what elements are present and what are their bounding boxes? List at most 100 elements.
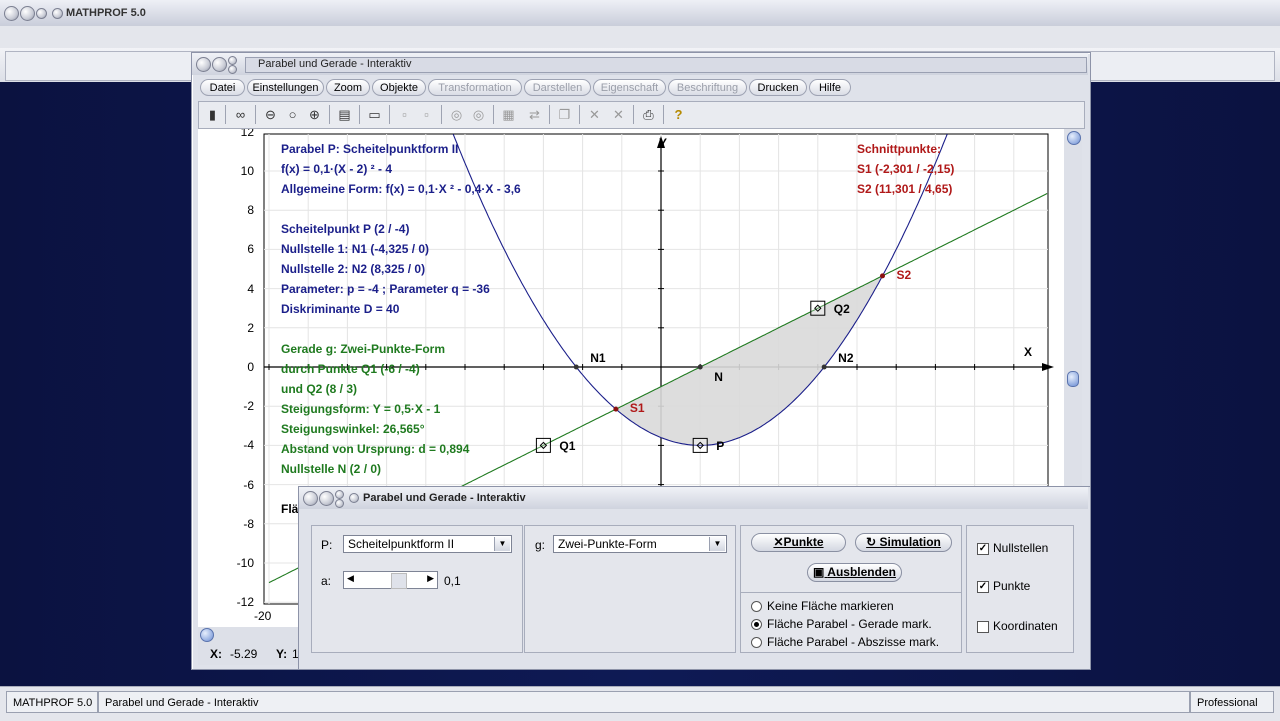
scroll-thumb[interactable] — [1067, 371, 1079, 387]
circle2-icon[interactable]: ◎ — [469, 105, 488, 124]
window-menu-orb[interactable] — [196, 57, 211, 72]
checkbox-nullstellen[interactable]: ✓ — [977, 543, 989, 555]
zoom-in-icon[interactable]: ⊕ — [305, 105, 324, 124]
menu-darstellen[interactable]: Darstellen — [524, 79, 591, 96]
y-tick-label: 4 — [247, 281, 254, 296]
slider-thumb[interactable] — [391, 573, 407, 589]
calculator-icon[interactable]: ▮ — [203, 105, 222, 124]
chevron-down-icon[interactable]: ▼ — [709, 537, 725, 551]
close-orb[interactable] — [52, 8, 63, 19]
copy-icon[interactable]: ❐ — [555, 105, 574, 124]
app-title: MATHPROF 5.0 — [66, 7, 146, 19]
radio-parabola-line-label[interactable]: Fläche Parabel - Gerade mark. — [767, 617, 932, 631]
window-icon[interactable]: ▭ — [365, 105, 384, 124]
main-window-title-bar: Parabel und Gerade - Interaktiv — [192, 53, 1088, 75]
handle-q2 — [810, 300, 826, 316]
hide-icon: ▣ — [813, 565, 828, 579]
dialog-title-bar: Parabel und Gerade - Interaktiv — [299, 487, 1088, 509]
dialog-title: Parabel und Gerade - Interaktiv — [363, 492, 526, 504]
window-restore-orb[interactable] — [228, 56, 237, 65]
info-line: Gerade g: Zwei-Punkte-Form — [281, 342, 446, 356]
dialog-icon — [349, 493, 359, 503]
menu-bar: Datei Einstellungen Zoom Objekte Transfo… — [192, 77, 1088, 99]
handle-q1 — [535, 437, 551, 453]
menu-datei[interactable]: Datei — [200, 79, 245, 96]
info-line: Schnittpunkte: — [857, 142, 941, 156]
checkbox-koordinaten[interactable] — [977, 621, 989, 633]
app-menu-orb[interactable] — [4, 6, 19, 21]
menu-objekte[interactable]: Objekte — [372, 79, 426, 96]
window-minimize-orb[interactable] — [212, 57, 227, 72]
a-slider[interactable]: ◀ ▶ — [343, 571, 438, 589]
menu-drucken[interactable]: Drucken — [749, 79, 807, 96]
point-label-s2: S2 — [896, 267, 912, 282]
circle1-icon[interactable]: ◎ — [447, 105, 466, 124]
x-tick-left: -20 — [254, 609, 272, 623]
menu-eigenschaft[interactable]: Eigenschaft — [593, 79, 666, 96]
cross1-icon[interactable]: ✕ — [585, 105, 604, 124]
dialog-minimize-orb[interactable] — [319, 491, 334, 506]
scroll-up-orb[interactable] — [1067, 131, 1081, 145]
status-bar: MATHPROF 5.0 Parabel und Gerade - Intera… — [0, 686, 1280, 721]
y-axis-label: Y — [659, 136, 668, 150]
info-line: und Q2 (8 / 3) — [281, 382, 358, 396]
refresh-icon: ↻ — [866, 535, 880, 549]
chevron-down-icon[interactable]: ▼ — [494, 537, 510, 551]
cross2-icon[interactable]: ✕ — [609, 105, 628, 124]
zoom-reset-icon[interactable]: ○ — [283, 105, 302, 124]
handle-p — [692, 437, 708, 453]
menu-transformation[interactable]: Transformation — [428, 79, 522, 96]
scroll-left-orb[interactable] — [200, 628, 214, 642]
box1-icon[interactable]: ▫ — [395, 105, 414, 124]
dialog-menu-orb[interactable] — [303, 491, 318, 506]
properties-icon[interactable]: ▤ — [335, 105, 354, 124]
dialog-restore-orb[interactable] — [335, 490, 344, 499]
menu-zoom[interactable]: Zoom — [326, 79, 370, 96]
box2-icon[interactable]: ▫ — [417, 105, 436, 124]
radio-no-area[interactable] — [751, 601, 762, 612]
coord-x-value: -5.29 — [230, 647, 258, 661]
zoom-out-icon[interactable]: ⊖ — [261, 105, 280, 124]
info-line: durch Punkte Q1 (-6 / -4) — [281, 362, 420, 376]
points-button-label: Punkte — [783, 535, 824, 549]
radio-parabola-axis[interactable] — [751, 637, 762, 648]
checkbox-punkte-label[interactable]: Punkte — [993, 579, 1030, 593]
y-tick-label: 10 — [240, 164, 254, 178]
simulation-button[interactable]: ↻ Simulation — [855, 533, 952, 552]
glasses-icon[interactable]: ∞ — [231, 105, 250, 124]
parabola-form-select[interactable]: Scheitelpunktform II ▼ — [343, 535, 512, 553]
radio-parabola-axis-label[interactable]: Fläche Parabel - Abszisse mark. — [767, 635, 939, 649]
print-icon[interactable]: ⎙ — [639, 105, 658, 124]
menu-einstellungen[interactable]: Einstellungen — [247, 79, 324, 96]
window-close-orb[interactable] — [228, 65, 237, 74]
help-icon[interactable]: ? — [669, 105, 688, 124]
restore-orb[interactable] — [36, 8, 47, 19]
dialog-close-orb[interactable] — [335, 499, 344, 508]
point-label-n: N — [714, 370, 723, 384]
y-tick-label: -2 — [243, 399, 254, 414]
main-window-title: Parabel und Gerade - Interaktiv — [258, 58, 412, 70]
swap-icon[interactable]: ⇄ — [525, 105, 544, 124]
table-icon[interactable]: ▦ — [499, 105, 518, 124]
horizontal-scrollbar[interactable] — [198, 627, 298, 643]
point-label-s1: S1 — [629, 401, 645, 416]
minimize-orb[interactable] — [20, 6, 35, 21]
checkbox-koordinaten-label[interactable]: Koordinaten — [993, 619, 1058, 633]
points-button[interactable]: ✕Punkte — [751, 533, 846, 552]
arrow-left-icon[interactable]: ◀ — [347, 573, 354, 584]
info-line: Parabel P: Scheitelpunktform II — [281, 142, 459, 156]
info-line: Diskriminante D = 40 — [281, 302, 400, 316]
checkbox-punkte[interactable]: ✓ — [977, 581, 989, 593]
info-line: Parameter: p = -4 ; Parameter q = -36 — [281, 282, 490, 296]
hide-button[interactable]: ▣ Ausblenden — [807, 563, 902, 582]
radio-no-area-label[interactable]: Keine Fläche markieren — [767, 599, 894, 613]
radio-parabola-line[interactable] — [751, 619, 762, 630]
checkbox-nullstellen-label[interactable]: Nullstellen — [993, 541, 1048, 555]
line-form-select[interactable]: Zwei-Punkte-Form ▼ — [553, 535, 727, 553]
arrow-right-icon[interactable]: ▶ — [427, 573, 434, 584]
menu-hilfe[interactable]: Hilfe — [809, 79, 851, 96]
info-line: Nullstelle N (2 / 0) — [281, 462, 382, 476]
menu-beschriftung[interactable]: Beschriftung — [668, 79, 747, 96]
info-line: S2 (11,301 / 4,65) — [857, 182, 953, 196]
info-line: S1 (-2,301 / -2,15) — [857, 162, 955, 176]
